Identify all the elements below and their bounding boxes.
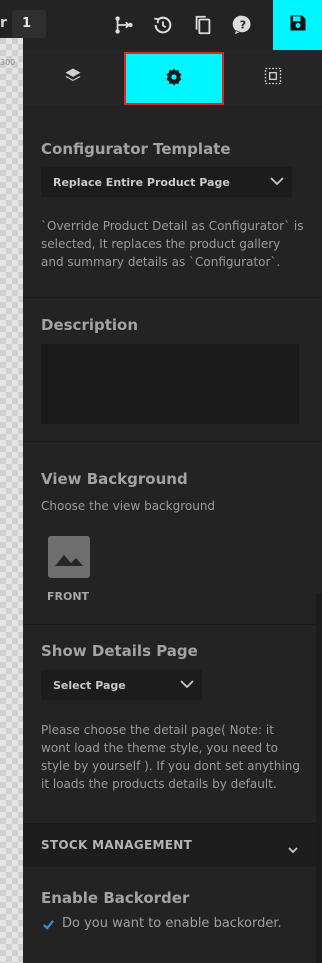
history-icon[interactable] xyxy=(151,13,175,37)
details-page-section: Show Details Page Select Page Please cho… xyxy=(23,626,322,824)
stock-management-header[interactable]: STOCK MANAGEMENT xyxy=(23,824,322,867)
configurator-description: `Override Product Detail as Configurator… xyxy=(41,219,304,269)
view-background-section: View Background Choose the view backgrou… xyxy=(23,443,322,625)
view-background-subtitle: Choose the view background xyxy=(41,499,216,513)
page-number-input[interactable]: 1 xyxy=(12,10,46,38)
tab-settings[interactable] xyxy=(124,52,224,105)
configurator-section: Configurator Template Replace Entire Pro… xyxy=(23,105,322,298)
view-front-label: FRONT xyxy=(47,590,90,603)
save-button[interactable] xyxy=(273,0,322,50)
chevron-down-icon xyxy=(180,679,194,692)
details-select-value: Select Page xyxy=(53,679,126,692)
description-title: Description xyxy=(41,316,139,334)
details-page-select[interactable]: Select Page xyxy=(41,670,202,700)
details-page-help: Please choose the detail page( Note: it … xyxy=(41,723,301,791)
backorder-title: Enable Backorder xyxy=(41,889,190,907)
stock-management-title: STOCK MANAGEMENT xyxy=(41,838,193,852)
configurator-title: Configurator Template xyxy=(41,140,231,158)
backorder-checkbox-label: Do you want to enable backorder. xyxy=(62,916,282,931)
tab-selection[interactable] xyxy=(223,50,322,105)
select-area-icon xyxy=(263,66,283,90)
image-placeholder-icon[interactable] xyxy=(48,536,90,578)
tab-layers[interactable] xyxy=(23,50,123,105)
copy-icon[interactable] xyxy=(191,13,215,37)
chevron-down-icon xyxy=(288,839,298,858)
configurator-select-value: Replace Entire Product Page xyxy=(53,176,230,189)
svg-text:?: ? xyxy=(240,19,246,32)
tab-bar xyxy=(23,50,322,105)
view-background-title: View Background xyxy=(41,470,188,488)
chevron-down-icon xyxy=(270,176,284,189)
save-icon xyxy=(288,13,308,37)
fork-icon[interactable] xyxy=(112,13,136,37)
description-textarea[interactable] xyxy=(41,344,299,424)
configurator-template-select[interactable]: Replace Entire Product Page xyxy=(41,167,292,197)
help-icon[interactable]: ? xyxy=(231,13,255,37)
canvas-preview-strip xyxy=(0,38,23,963)
details-page-title: Show Details Page xyxy=(41,642,198,660)
backorder-checkbox[interactable] xyxy=(41,918,55,932)
gear-icon xyxy=(164,67,184,91)
top-toolbar: r 1 ? xyxy=(0,0,322,50)
ruler-label: 300 xyxy=(0,58,16,67)
checkmark-icon xyxy=(42,916,55,935)
toolbar-partial-label: r xyxy=(0,15,7,31)
scrollbar[interactable] xyxy=(316,593,322,963)
layers-icon xyxy=(63,66,83,90)
